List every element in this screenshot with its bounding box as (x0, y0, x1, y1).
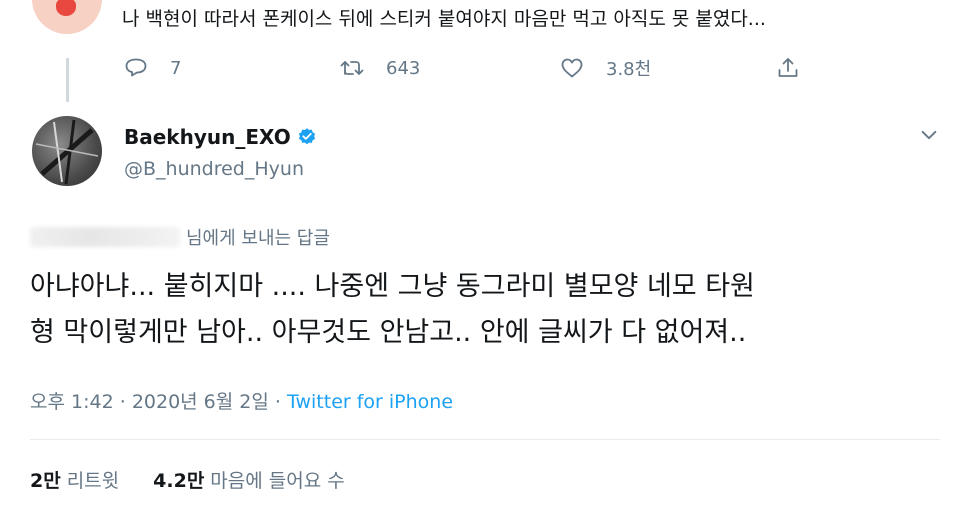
tweet-time[interactable]: 오후 1:42 (30, 391, 114, 413)
retweets-label: 리트윗 (66, 470, 120, 492)
reply-to-label: 님에게 보내는 답글 (186, 228, 330, 249)
retweets-value: 2만 (30, 470, 61, 492)
likes-stat[interactable]: 4.2만 마음에 들어요 수 (153, 468, 345, 494)
divider (30, 439, 940, 440)
meta-separator: · (119, 391, 126, 413)
like-count: 3.8천 (606, 59, 652, 80)
tweet-body-text: 아냐아냐... 붙히지마 .... 나중엔 그냥 동그라미 별모양 네모 타원 … (30, 271, 755, 348)
share-icon (778, 58, 798, 77)
tweet-source-link[interactable]: Twitter for iPhone (287, 391, 453, 413)
reply-to-line: 님에게 보내는 답글 (30, 224, 330, 250)
reply-icon (125, 58, 147, 77)
avatar-image (35, 119, 99, 185)
retweet-count: 643 (386, 57, 421, 79)
likes-label: 마음에 들어요 수 (210, 470, 345, 492)
likes-value: 4.2만 (153, 470, 205, 492)
reply-button[interactable]: 7 (124, 54, 181, 82)
retweets-stat[interactable]: 2만 리트윗 (30, 468, 119, 494)
tweet-stats: 2만 리트윗 4.2만 마음에 들어요 수 (30, 468, 345, 494)
redacted-username (30, 227, 180, 247)
previous-tweet-avatar[interactable] (32, 0, 102, 34)
share-button[interactable] (776, 54, 800, 82)
retweet-icon (340, 61, 364, 75)
previous-tweet-text: 나 백현이 따라서 폰케이스 뒤에 스티커 붙여야지 마음만 먹고 아직도 못 … (122, 8, 766, 30)
retweet-button[interactable]: 643 (340, 54, 420, 82)
thread-connector-line (66, 58, 69, 102)
author-display-name[interactable]: Baekhyun_EXO (124, 123, 291, 151)
chevron-down-icon[interactable] (918, 124, 940, 146)
heart-icon (561, 58, 583, 78)
author-handle[interactable]: @B_hundred_Hyun (124, 156, 304, 182)
meta-separator: · (274, 391, 281, 413)
reply-count: 7 (170, 57, 182, 79)
strawberry-icon (56, 0, 76, 16)
tweet-date[interactable]: 2020년 6월 2일 (132, 391, 269, 413)
verified-badge-icon (298, 128, 315, 145)
tweet-metadata: 오후 1:42 · 2020년 6월 2일 · Twitter for iPho… (30, 389, 453, 415)
like-button[interactable]: 3.8천 (560, 54, 651, 82)
author-avatar[interactable] (32, 116, 102, 186)
